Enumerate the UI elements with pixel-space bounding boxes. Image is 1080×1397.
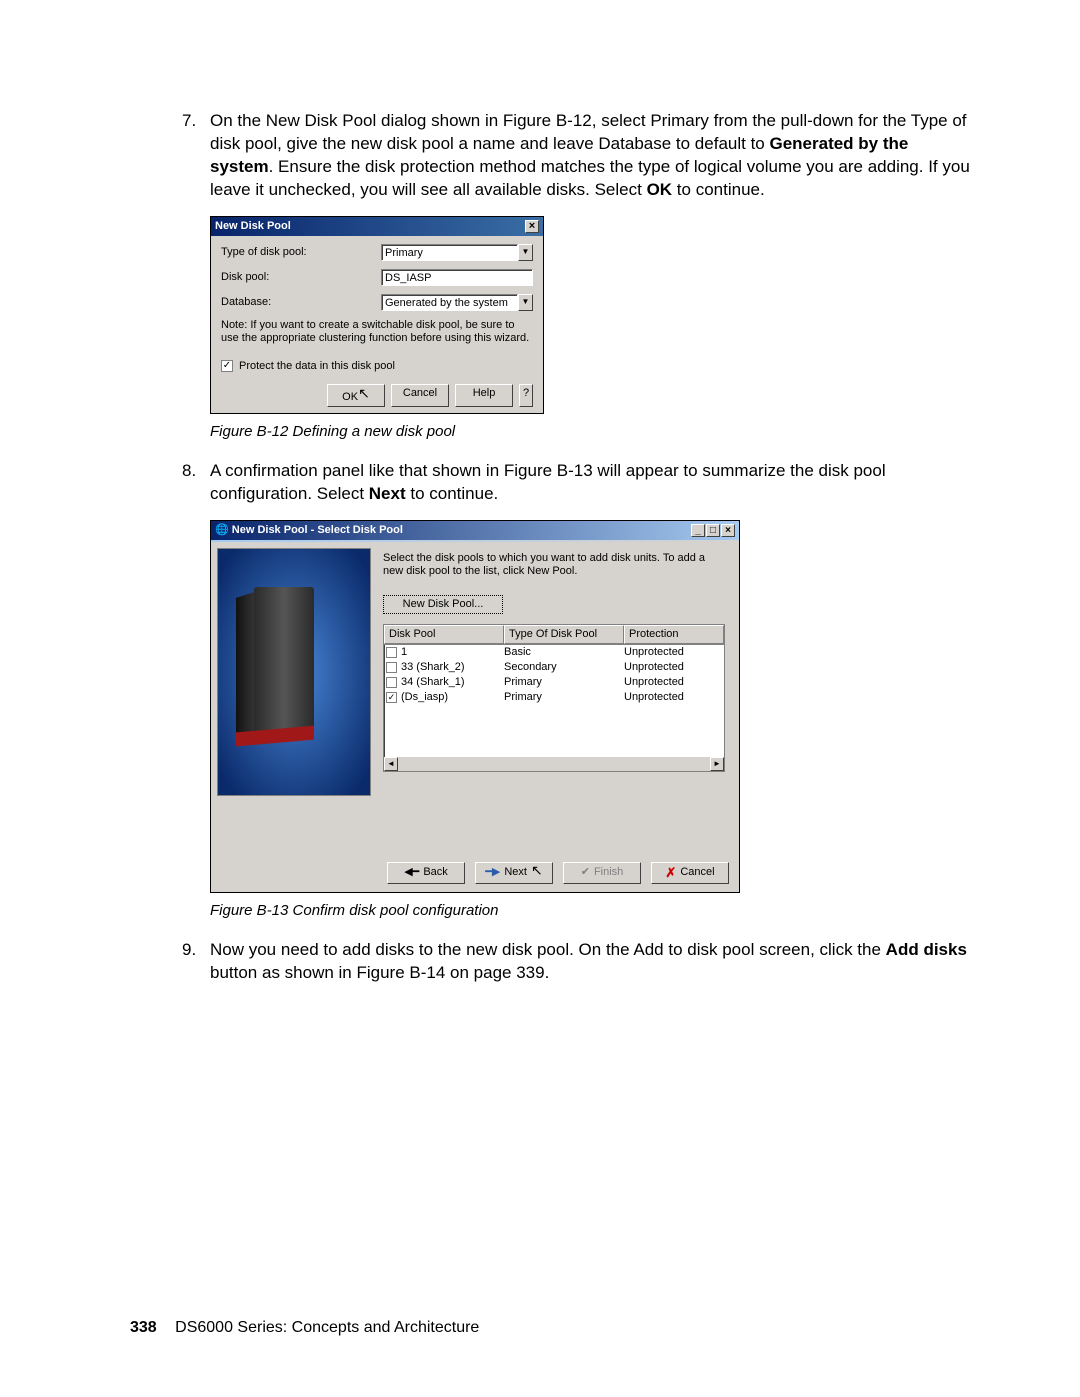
header-type[interactable]: Type Of Disk Pool [504, 625, 624, 644]
l: OK [342, 391, 358, 403]
select-disk-pool-dialog: 🌐 New Disk Pool - Select Disk Pool _ □ ×… [210, 520, 740, 893]
page-number: 338 [130, 1319, 157, 1336]
dialog-title: 🌐 New Disk Pool - Select Disk Pool [215, 523, 403, 538]
step-8: 8. A confirmation panel like that shown … [210, 460, 970, 506]
checkbox-icon[interactable]: ✓ [221, 360, 233, 372]
t: to continue. [672, 180, 765, 199]
new-disk-pool-button[interactable]: New Disk Pool... [383, 595, 503, 614]
db-value: Generated by the system [381, 294, 518, 311]
cell: Secondary [504, 660, 624, 675]
disk-pool-table[interactable]: Disk Pool Type Of Disk Pool Protection 1… [383, 624, 725, 772]
list-number: 8. [182, 460, 196, 483]
t: New Disk Pool - Select Disk Pool [232, 524, 403, 536]
l: Back [423, 865, 447, 880]
close-icon[interactable]: × [721, 524, 735, 537]
table-row[interactable]: 33 (Shark_2) Secondary Unprotected [384, 660, 724, 675]
header-diskpool[interactable]: Disk Pool [384, 625, 504, 644]
cell: Unprotected [624, 675, 724, 690]
row-checkbox[interactable]: ✓ [386, 692, 397, 703]
ok-button[interactable]: OK↖ [327, 384, 385, 407]
finish-button: ✔ Finish [563, 862, 641, 884]
cell: 34 (Shark_1) [401, 675, 504, 690]
t: Now you need to add disks to the new dis… [210, 940, 886, 959]
cell: Primary [504, 675, 624, 690]
wizard-image [217, 548, 371, 796]
table-header: Disk Pool Type Of Disk Pool Protection [384, 625, 724, 645]
type-label: Type of disk pool: [221, 245, 381, 260]
scroll-right-icon[interactable]: ► [710, 757, 724, 771]
cancel-button[interactable]: Cancel [391, 384, 449, 407]
step-9: 9. Now you need to add disks to the new … [210, 939, 970, 985]
cell: 1 [401, 645, 504, 660]
type-value: Primary [381, 244, 518, 261]
new-disk-pool-dialog: New Disk Pool × Type of disk pool: Prima… [210, 216, 544, 414]
dialog-title: New Disk Pool [215, 219, 291, 234]
maximize-icon[interactable]: □ [706, 524, 720, 537]
protect-checkbox-row[interactable]: ✓ Protect the data in this disk pool [221, 359, 533, 374]
chevron-down-icon[interactable]: ▼ [518, 244, 533, 261]
x-icon: ✗ [665, 864, 676, 882]
l: Next [504, 865, 527, 880]
row-checkbox[interactable] [386, 662, 397, 673]
table-row[interactable]: 1 Basic Unprotected [384, 645, 724, 660]
page-footer: 338 DS6000 Series: Concepts and Architec… [130, 1319, 479, 1337]
list-number: 7. [182, 110, 196, 133]
close-icon[interactable]: × [525, 220, 539, 233]
t: button as shown in Figure B-14 on page 3… [210, 963, 549, 982]
minimize-icon[interactable]: _ [691, 524, 705, 537]
server-tower-icon [254, 587, 314, 737]
step-7: 7. On the New Disk Pool dialog shown in … [210, 110, 970, 202]
scroll-left-icon[interactable]: ◄ [384, 757, 398, 771]
cursor-icon: ↖ [531, 861, 543, 880]
row-checkbox[interactable] [386, 677, 397, 688]
arrow-left-icon: ◀━ [404, 865, 419, 880]
help-button[interactable]: Help [455, 384, 513, 407]
cell: 33 (Shark_2) [401, 660, 504, 675]
horizontal-scrollbar[interactable]: ◄ ► [384, 757, 724, 771]
back-button[interactable]: ◀━ Back [387, 862, 465, 884]
check-icon: ✔ [581, 865, 590, 880]
cell: Basic [504, 645, 624, 660]
instructions: Select the disk pools to which you want … [383, 552, 725, 580]
note-text: Note: If you want to create a switchable… [221, 319, 533, 345]
figure-caption-b12: Figure B-12 Defining a new disk pool [210, 422, 970, 442]
table-row[interactable]: ✓ (Ds_iasp) Primary Unprotected [384, 690, 724, 705]
row-checkbox[interactable] [386, 647, 397, 658]
type-dropdown[interactable]: Primary ▼ [381, 244, 533, 261]
step-7-text: On the New Disk Pool dialog shown in Fig… [210, 111, 970, 199]
header-protection[interactable]: Protection [624, 625, 724, 644]
list-number: 9. [182, 939, 196, 962]
next-button[interactable]: ━▶ Next ↖ [475, 862, 553, 884]
t: A confirmation panel like that shown in … [210, 461, 886, 503]
t: to continue. [406, 484, 499, 503]
cell: Unprotected [624, 645, 724, 660]
cancel-button[interactable]: ✗ Cancel [651, 862, 729, 884]
cell: Unprotected [624, 690, 724, 705]
step-9-text: Now you need to add disks to the new dis… [210, 940, 967, 982]
l: Finish [594, 865, 623, 880]
pool-input[interactable]: DS_IASP [381, 269, 533, 286]
cell: Primary [504, 690, 624, 705]
titlebar: New Disk Pool × [211, 217, 543, 236]
db-dropdown[interactable]: Generated by the system ▼ [381, 294, 533, 311]
figure-caption-b13: Figure B-13 Confirm disk pool configurat… [210, 901, 970, 921]
pool-label: Disk pool: [221, 270, 381, 285]
book-title: DS6000 Series: Concepts and Architecture [175, 1319, 479, 1336]
cell: Unprotected [624, 660, 724, 675]
protect-label: Protect the data in this disk pool [239, 359, 395, 374]
cell: (Ds_iasp) [401, 690, 504, 705]
step-8-text: A confirmation panel like that shown in … [210, 461, 886, 503]
t: . Ensure the disk protection method matc… [210, 157, 970, 199]
bold: Add disks [886, 940, 967, 959]
db-label: Database: [221, 295, 381, 310]
bold: OK [647, 180, 673, 199]
chevron-down-icon[interactable]: ▼ [518, 294, 533, 311]
l: Cancel [680, 865, 714, 880]
table-row[interactable]: 34 (Shark_1) Primary Unprotected [384, 675, 724, 690]
cursor-icon: ↖ [358, 385, 370, 401]
whatsthis-button[interactable]: ? [519, 384, 533, 407]
titlebar: 🌐 New Disk Pool - Select Disk Pool _ □ × [211, 521, 739, 540]
arrow-right-icon: ━▶ [485, 865, 500, 880]
bold: Next [369, 484, 406, 503]
